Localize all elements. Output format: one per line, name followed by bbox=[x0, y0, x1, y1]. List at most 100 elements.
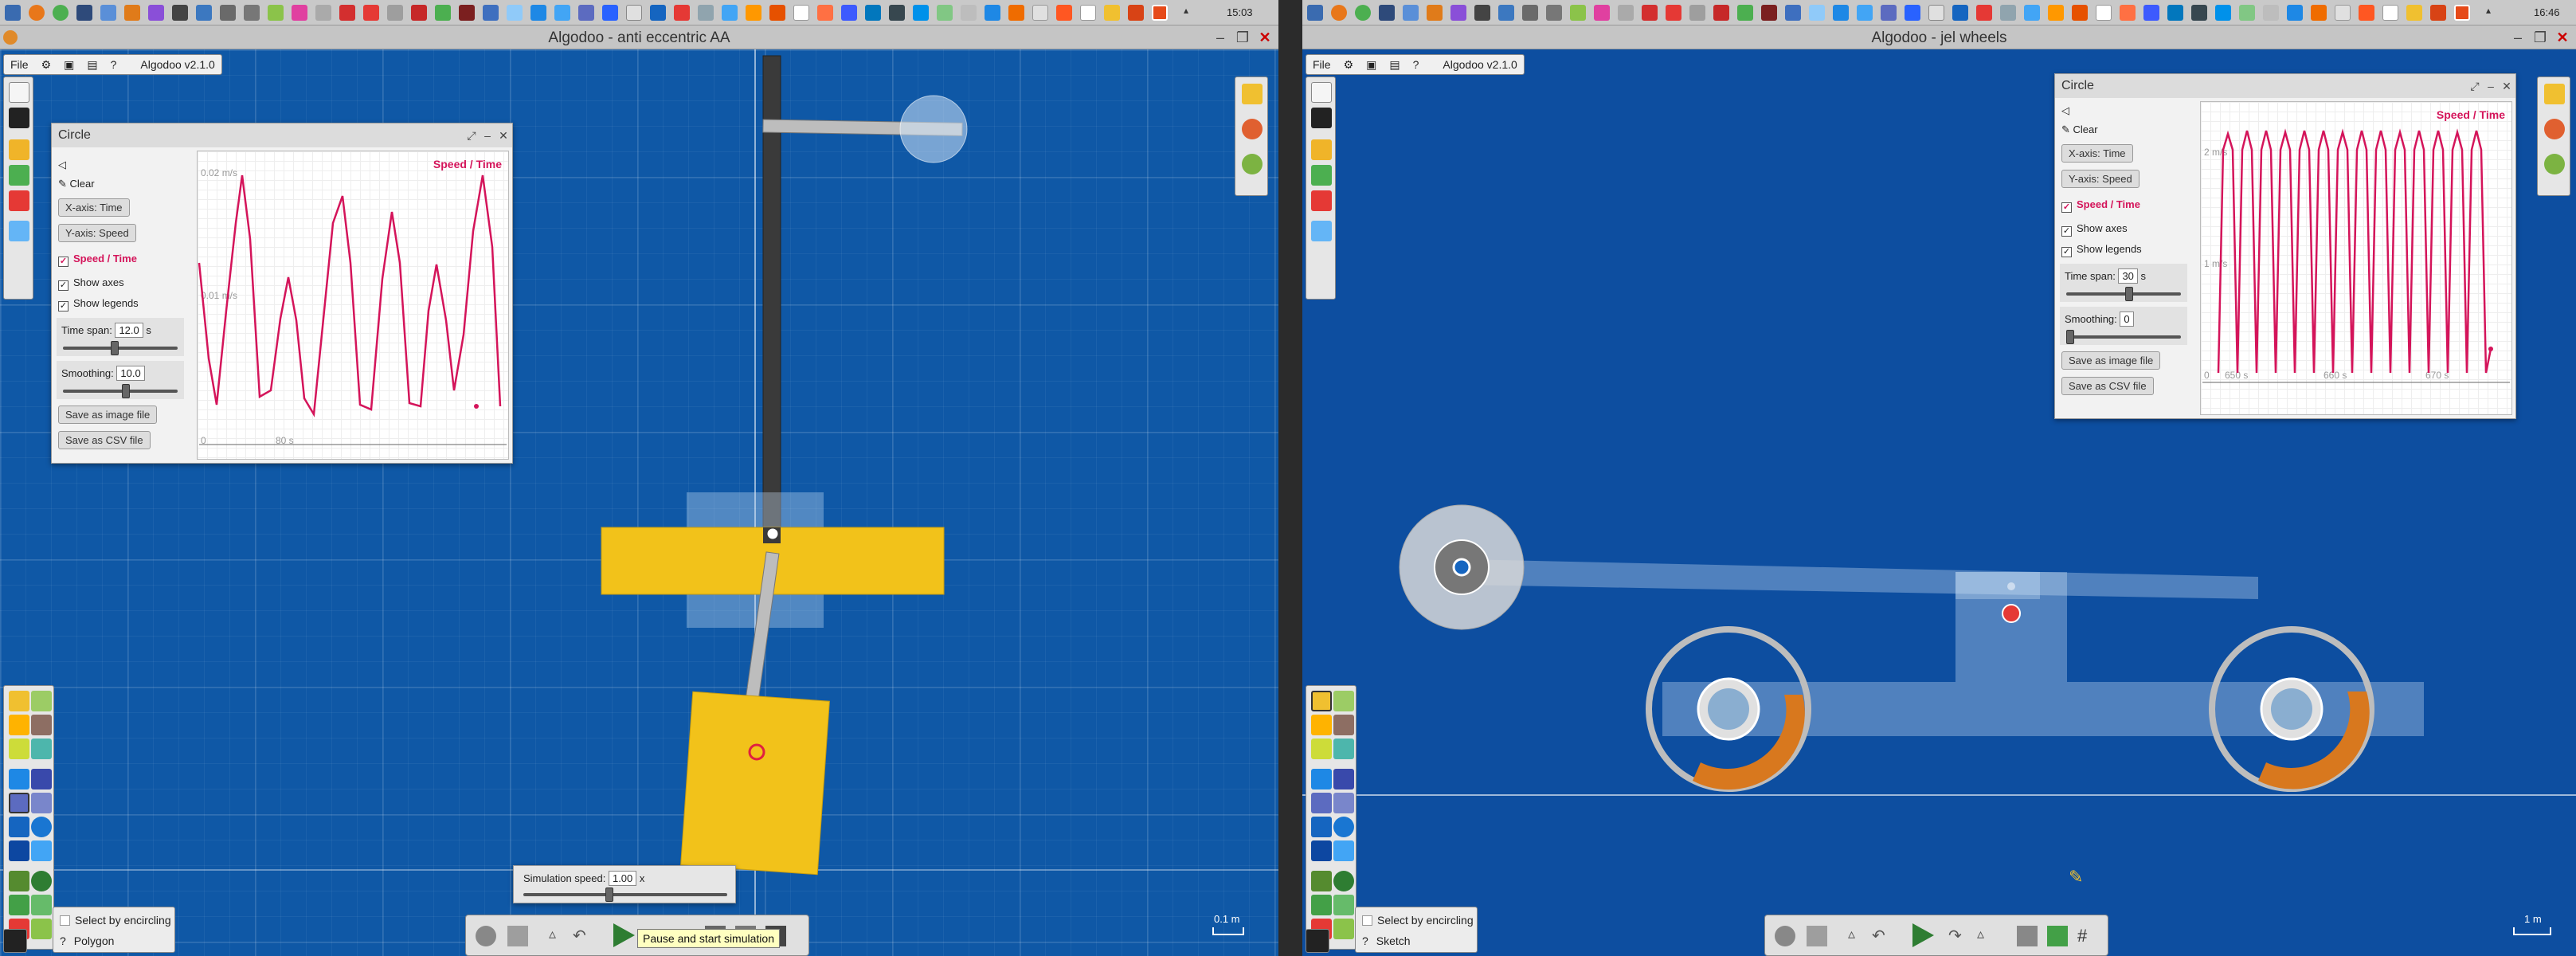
app-icon[interactable] bbox=[1128, 5, 1144, 21]
up-arrow-icon[interactable]: ▵ bbox=[1848, 926, 1869, 946]
panel-close-icon[interactable]: ✕ bbox=[2498, 77, 2515, 95]
app-icon[interactable] bbox=[1427, 5, 1443, 21]
grid-icon[interactable] bbox=[3, 929, 27, 953]
start-icon[interactable] bbox=[5, 5, 21, 21]
app-icon[interactable] bbox=[1056, 5, 1072, 21]
fixate-icon[interactable] bbox=[1333, 871, 1354, 891]
app-icon[interactable] bbox=[2406, 5, 2422, 21]
tool-icon[interactable] bbox=[2047, 926, 2068, 946]
move-icon[interactable] bbox=[1311, 715, 1332, 735]
app-icon[interactable] bbox=[1689, 5, 1705, 21]
panel-pin-icon[interactable]: ⤢ bbox=[463, 127, 480, 144]
app-icon[interactable] bbox=[2024, 5, 2040, 21]
lesson-icon[interactable] bbox=[1311, 221, 1332, 241]
app-icon[interactable] bbox=[937, 5, 953, 21]
cut-icon[interactable] bbox=[1333, 769, 1354, 789]
search-icon[interactable] bbox=[1403, 5, 1419, 21]
move-icon[interactable] bbox=[1807, 926, 1827, 946]
smoothing-input[interactable]: 10.0 bbox=[116, 366, 145, 381]
box-icon[interactable] bbox=[9, 817, 29, 837]
panel-minimize-icon[interactable]: – bbox=[479, 127, 496, 144]
file-menu[interactable]: File bbox=[1306, 58, 1337, 71]
time-span-input[interactable]: 30 bbox=[2118, 268, 2138, 284]
open-folder-icon[interactable] bbox=[9, 139, 29, 160]
app-icon[interactable] bbox=[1857, 5, 1873, 21]
redo-icon[interactable]: ↷ bbox=[1948, 926, 1969, 946]
circle-icon[interactable] bbox=[31, 817, 52, 837]
app-icon[interactable] bbox=[315, 5, 331, 21]
play-icon[interactable] bbox=[613, 923, 635, 947]
app-icon[interactable] bbox=[1379, 5, 1395, 21]
app-icon[interactable] bbox=[2287, 5, 2303, 21]
rotate-icon[interactable] bbox=[1311, 739, 1332, 759]
sketch-option[interactable]: ? Sketch bbox=[1362, 934, 1411, 947]
app-icon[interactable] bbox=[1833, 5, 1849, 21]
save-scene-icon[interactable] bbox=[9, 108, 29, 128]
app-icon[interactable] bbox=[2359, 5, 2374, 21]
chain-icon[interactable] bbox=[31, 840, 52, 861]
save-image-button[interactable]: Save as image file bbox=[58, 406, 158, 424]
layers-icon[interactable] bbox=[1242, 84, 1263, 104]
hinge-icon[interactable] bbox=[9, 895, 29, 915]
app-icon[interactable] bbox=[1785, 5, 1801, 21]
app-icon[interactable] bbox=[1666, 5, 1681, 21]
save-icon[interactable]: ▣ bbox=[1360, 58, 1383, 72]
sketch-icon[interactable] bbox=[1311, 691, 1332, 711]
app-icon[interactable] bbox=[626, 5, 642, 21]
grid-icon[interactable]: # bbox=[2077, 926, 2098, 946]
tray-arrow-icon[interactable]: ▴ bbox=[1184, 5, 1200, 21]
app-icon[interactable] bbox=[2311, 5, 2327, 21]
start-icon[interactable] bbox=[1307, 5, 1323, 21]
app-icon[interactable] bbox=[889, 5, 905, 21]
chrome-icon[interactable] bbox=[1355, 5, 1371, 21]
spring-icon[interactable] bbox=[1311, 871, 1332, 891]
app-icon[interactable] bbox=[1809, 5, 1825, 21]
axle-icon[interactable] bbox=[31, 895, 52, 915]
scale-icon[interactable] bbox=[31, 739, 52, 759]
smoothing-slider[interactable] bbox=[2066, 330, 2181, 344]
open-folder-icon[interactable] bbox=[1311, 139, 1332, 160]
plane-icon[interactable] bbox=[1311, 840, 1332, 861]
app-icon[interactable] bbox=[1928, 5, 1944, 21]
app-icon[interactable] bbox=[172, 5, 188, 21]
app-icon[interactable] bbox=[698, 5, 714, 21]
app-icon[interactable] bbox=[459, 5, 475, 21]
cut-icon[interactable] bbox=[31, 769, 52, 789]
select-mode-option[interactable]: Select by encircling bbox=[1362, 914, 1474, 927]
y-axis-button[interactable]: Y-axis: Speed bbox=[58, 224, 136, 242]
app-icon[interactable] bbox=[746, 5, 761, 21]
app-icon[interactable] bbox=[76, 5, 92, 21]
move-icon[interactable] bbox=[9, 715, 29, 735]
app-icon[interactable] bbox=[793, 5, 809, 21]
back-icon[interactable]: ◁ bbox=[58, 159, 66, 171]
select-mode-option[interactable]: Select by encircling bbox=[60, 914, 171, 927]
grid-icon[interactable] bbox=[1306, 929, 1329, 953]
app-icon[interactable] bbox=[339, 5, 355, 21]
minimize-button[interactable]: – bbox=[1212, 29, 1229, 46]
scene-canvas[interactable]: File ⚙ ▣ ▤ ? Algodoo v2.1.0 Circle ⤢ – ✕… bbox=[1302, 49, 2576, 956]
window-icon[interactable]: ▤ bbox=[1383, 58, 1406, 72]
app-icon[interactable] bbox=[2120, 5, 2136, 21]
save-icon[interactable]: ▣ bbox=[57, 58, 80, 72]
app-icon[interactable] bbox=[507, 5, 523, 21]
app-icon[interactable] bbox=[1080, 5, 1096, 21]
new-file-icon[interactable] bbox=[9, 82, 29, 103]
brush-icon[interactable] bbox=[1333, 691, 1354, 711]
zoom-icon[interactable] bbox=[1775, 926, 1795, 946]
algodoo-task-icon[interactable] bbox=[1152, 5, 1168, 21]
slider-knob[interactable] bbox=[111, 341, 119, 355]
plane-icon[interactable] bbox=[9, 840, 29, 861]
box-icon[interactable] bbox=[1311, 817, 1332, 837]
slider-knob[interactable] bbox=[2125, 287, 2133, 301]
help-icon[interactable]: ? bbox=[104, 58, 123, 71]
app-icon[interactable] bbox=[244, 5, 260, 21]
rope-icon[interactable] bbox=[1311, 769, 1332, 789]
app-icon[interactable] bbox=[1713, 5, 1729, 21]
app-icon[interactable] bbox=[2072, 5, 2088, 21]
select-icon[interactable] bbox=[9, 793, 29, 813]
app-icon[interactable] bbox=[1905, 5, 1920, 21]
algodoo-task-icon[interactable] bbox=[2454, 5, 2470, 21]
slider-knob[interactable] bbox=[2066, 330, 2074, 344]
lesson-icon[interactable] bbox=[9, 221, 29, 241]
app-icon[interactable] bbox=[722, 5, 738, 21]
